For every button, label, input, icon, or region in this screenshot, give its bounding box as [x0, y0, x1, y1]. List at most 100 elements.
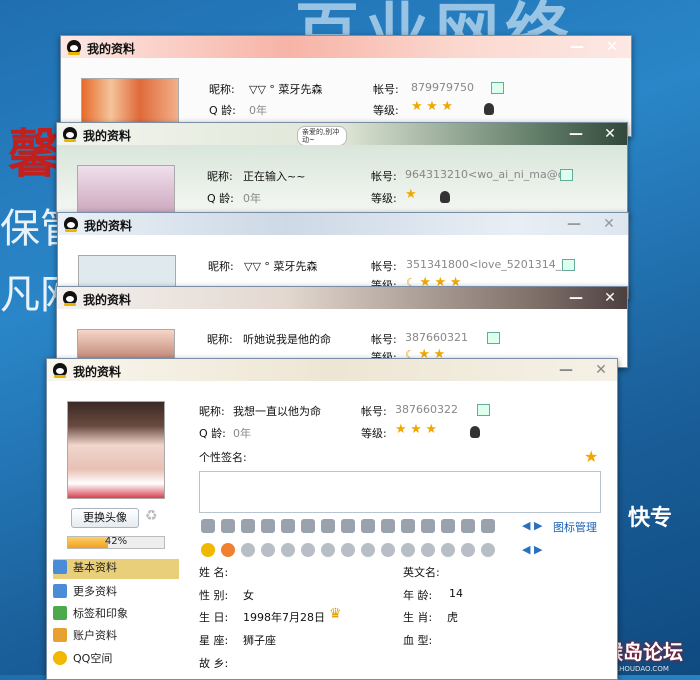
app-icon[interactable] — [381, 519, 395, 533]
qzone-star-icon — [53, 651, 67, 665]
close-button[interactable]: ✕ — [598, 215, 620, 233]
qage-label: Q 龄: — [207, 192, 234, 205]
app-icon[interactable] — [281, 543, 295, 557]
app-icon[interactable] — [381, 543, 395, 557]
nav-label: QQ空间 — [73, 652, 113, 665]
app-icon[interactable] — [221, 543, 235, 557]
speech-bubble: 亲爱的,别冲动~ — [297, 126, 347, 146]
minimize-button[interactable]: — — [565, 125, 587, 143]
recycle-icon[interactable]: ♻ — [145, 508, 161, 524]
nick-label: 昵称: — [208, 260, 234, 273]
icon-row-arrows[interactable]: ◀ ▶ — [522, 519, 542, 532]
blood-type-label: 血 型: — [403, 634, 433, 647]
profile-progress-bar: 42% — [67, 536, 165, 549]
account-edit-icon[interactable] — [560, 168, 573, 181]
app-icon[interactable] — [441, 543, 455, 557]
gender-value: 女 — [243, 589, 254, 602]
title-bar: 我的资料 — ✕ — [58, 213, 628, 235]
app-icon[interactable] — [341, 543, 355, 557]
minimize-button[interactable]: — — [563, 215, 585, 233]
app-icon[interactable] — [401, 519, 415, 533]
icon-row-arrows[interactable]: ◀ ▶ — [522, 543, 542, 556]
level-label: 等级: — [361, 427, 387, 440]
star-icon: ★ — [395, 422, 407, 437]
avatar[interactable] — [77, 165, 175, 218]
app-icon[interactable] — [421, 543, 435, 557]
app-icon[interactable] — [241, 543, 255, 557]
minimize-button[interactable]: — — [565, 289, 587, 307]
account-info-icon — [53, 628, 67, 642]
app-icon[interactable] — [301, 519, 315, 533]
account-label: 帐号: — [371, 260, 397, 273]
account-edit-icon[interactable] — [487, 331, 500, 344]
account-edit-icon[interactable] — [477, 403, 490, 416]
qq-penguin-icon — [63, 127, 77, 142]
qage-value: 0年 — [243, 192, 261, 205]
app-icon[interactable] — [461, 543, 475, 557]
star-icon: ★ — [411, 99, 423, 114]
level-stars: ★ ★ ★ — [395, 422, 437, 437]
app-icon[interactable] — [481, 519, 495, 533]
app-icon[interactable] — [241, 519, 255, 533]
close-button[interactable]: ✕ — [599, 289, 621, 307]
nick-value: ▽▽ ° 菜牙先森 — [244, 260, 318, 273]
signature-star-icon[interactable]: ★ — [584, 447, 598, 466]
minimize-button[interactable]: — — [555, 361, 577, 379]
nav-item-qzone[interactable]: QQ空间 — [53, 650, 179, 670]
app-icon[interactable] — [321, 543, 335, 557]
profile-window-2: 我的资料 亲爱的,别冲动~ — ✕ 昵称: 正在输入~~ 帐号: 9643132… — [56, 122, 628, 219]
account-value: 964313210<wo_ai_ni_ma@qq — [405, 168, 572, 181]
window-title: 我的资料 — [83, 129, 132, 143]
nav-item-tags[interactable]: 标签和印象 — [53, 605, 179, 625]
app-icon[interactable] — [481, 543, 495, 557]
nick-value: 正在输入~~ — [243, 170, 306, 183]
nav-item-more[interactable]: 更多资料 — [53, 583, 179, 603]
qq-penguin-icon — [63, 291, 77, 306]
nick-value: 我想一直以他为命 — [233, 405, 321, 418]
account-edit-icon[interactable] — [491, 81, 504, 94]
qage-label: Q 龄: — [199, 427, 226, 440]
app-icon[interactable] — [261, 519, 275, 533]
profile-window-main: 我的资料 — ✕ 更换头像 ♻ 42% 基本资料 更多资料 标签和印象 账户资料… — [46, 358, 618, 680]
name-label: 姓 名: — [199, 566, 229, 579]
account-edit-icon[interactable] — [562, 258, 575, 271]
nick-label: 昵称: — [207, 333, 233, 346]
close-button[interactable]: ✕ — [599, 125, 621, 143]
nav-item-account[interactable]: 账户资料 — [53, 627, 179, 647]
nav-item-basic[interactable]: 基本资料 — [53, 559, 179, 579]
app-icon[interactable] — [301, 543, 315, 557]
title-bar: 我的资料 — ✕ — [57, 287, 627, 309]
account-label: 帐号: — [371, 170, 397, 183]
close-button[interactable]: ✕ — [601, 38, 623, 56]
window-title: 我的资料 — [84, 219, 133, 233]
minimize-button[interactable]: — — [566, 38, 588, 56]
app-icon[interactable] — [441, 519, 455, 533]
icon-manage-link[interactable]: 图标管理 — [553, 519, 597, 535]
app-icon[interactable] — [361, 543, 375, 557]
account-value: 879979750 — [411, 81, 474, 94]
age-value: 14 — [449, 587, 463, 600]
nick-label: 昵称: — [209, 83, 235, 96]
app-icon[interactable] — [261, 543, 275, 557]
app-icon[interactable] — [401, 543, 415, 557]
app-icon[interactable] — [281, 519, 295, 533]
star-icon: ★ — [426, 99, 438, 114]
app-icon[interactable] — [221, 519, 235, 533]
app-icon[interactable] — [361, 519, 375, 533]
gender-label: 性 别: — [199, 589, 229, 602]
nick-label: 昵称: — [199, 405, 225, 418]
signature-input[interactable] — [199, 471, 601, 513]
age-label: 年 龄: — [403, 589, 433, 602]
close-button[interactable]: ✕ — [590, 361, 612, 379]
app-icon[interactable] — [421, 519, 435, 533]
app-icon[interactable] — [341, 519, 355, 533]
hometown-label: 故 乡: — [199, 657, 229, 670]
app-icon[interactable] — [321, 519, 335, 533]
app-icon[interactable] — [461, 519, 475, 533]
avatar[interactable] — [67, 401, 165, 499]
app-icon[interactable] — [201, 543, 215, 557]
change-avatar-button[interactable]: 更换头像 — [71, 508, 139, 528]
progress-text: 42% — [104, 536, 128, 547]
app-icon[interactable] — [201, 519, 215, 533]
qq-penguin-icon — [53, 363, 67, 378]
